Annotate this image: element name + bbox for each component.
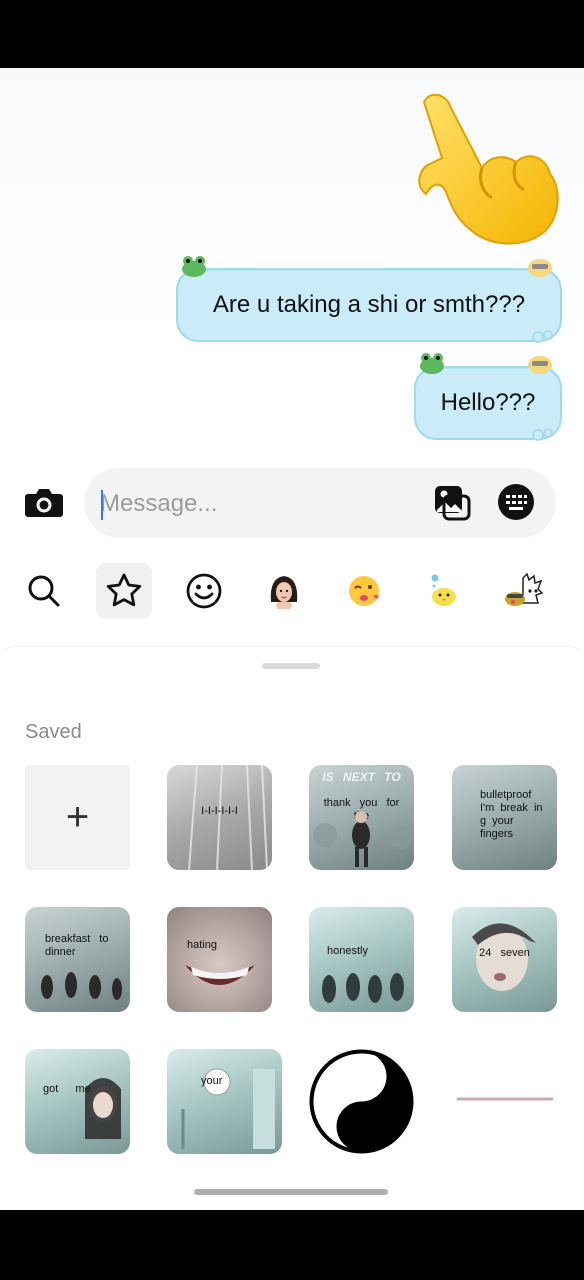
message-input[interactable] <box>100 484 400 524</box>
tab-cartoon-stickers[interactable] <box>496 563 552 619</box>
tab-emoji[interactable] <box>176 563 232 619</box>
sticker-caption: your <box>201 1075 223 1087</box>
sheet-grabber[interactable] <box>262 663 320 669</box>
camera-icon[interactable] <box>22 480 66 524</box>
plus-icon: + <box>65 795 90 839</box>
bubble-tail-decoration-icon <box>532 330 553 343</box>
dancers-graphic <box>41 972 122 1000</box>
frog-bubble-decoration-icon <box>420 353 444 374</box>
saved-sticker[interactable]: breakfast to dinner <box>25 907 130 1012</box>
dancer-figure-graphic <box>313 811 413 867</box>
saved-sticker[interactable]: honestly <box>309 907 414 1012</box>
message-text: Hello??? <box>440 389 536 416</box>
saved-sticker[interactable]: your <box>167 1049 282 1154</box>
gallery-icon[interactable] <box>432 482 472 522</box>
yin-yang-sticker[interactable] <box>309 1049 414 1154</box>
saved-sticker[interactable]: 24 seven <box>452 907 557 1012</box>
cartoon-sticker-icon <box>505 572 544 606</box>
sticker-caption: got me <box>43 1083 91 1095</box>
tab-chick-stickers[interactable] <box>416 563 472 619</box>
tab-favorites[interactable] <box>96 563 152 619</box>
avatar-sticker-icon <box>270 576 298 609</box>
chick-bubble-decoration-icon <box>528 356 552 374</box>
pointing-hand-emoji-icon <box>418 93 559 245</box>
add-sticker-button[interactable]: + <box>25 765 130 870</box>
chick-sticker-icon <box>431 574 456 606</box>
message-text: Are u taking a shi or smth??? <box>212 291 526 318</box>
saved-sticker[interactable]: IS NEXT TO thank you for the <box>309 765 414 870</box>
tab-wink-stickers[interactable] <box>336 563 392 619</box>
sticker-caption: 24 seven <box>479 947 530 959</box>
portrait-photo-graphic <box>85 1078 121 1139</box>
home-indicator[interactable] <box>194 1189 388 1195</box>
section-title: Saved <box>25 721 82 743</box>
smile-photo-graphic <box>185 965 255 985</box>
saved-sticker[interactable]: hating <box>167 907 272 1012</box>
search-icon <box>28 575 60 607</box>
tab-avatar-stickers[interactable] <box>256 563 312 619</box>
saved-sticker[interactable]: I-I-I-I-I-I <box>167 765 272 870</box>
bubble-tail-decoration-icon <box>532 428 553 441</box>
line-sticker[interactable] <box>452 1049 557 1154</box>
saved-sticker[interactable]: got me <box>25 1049 130 1154</box>
sticker-caption: bulletproof I'm break in g your fingers <box>480 789 543 840</box>
group-photo-graphic <box>322 973 404 1003</box>
tab-search[interactable] <box>16 563 72 619</box>
sticker-caption: I-I-I-I-I-I <box>201 805 238 817</box>
text-cursor <box>101 490 103 520</box>
chat-screen: Are u taking a shi or smth??? Hello??? M… <box>0 68 584 1210</box>
sticker-caption: hating <box>187 939 217 951</box>
saved-sticker[interactable]: bulletproof I'm break in g your fingers <box>452 765 557 870</box>
frog-bubble-decoration-icon <box>182 256 206 277</box>
emoji-icon <box>186 573 222 609</box>
keyboard-icon[interactable] <box>496 482 536 522</box>
wink-face-sticker-icon <box>349 576 379 606</box>
star-icon <box>106 573 142 607</box>
room-photo-graphic <box>181 1068 275 1149</box>
sent-message-bubble[interactable]: Are u taking a shi or smth??? <box>176 268 562 342</box>
chick-bubble-decoration-icon <box>528 259 552 277</box>
sticker-sheet: Saved + I-I-I-I-I-I IS NEXT TO thank you… <box>0 646 584 1210</box>
